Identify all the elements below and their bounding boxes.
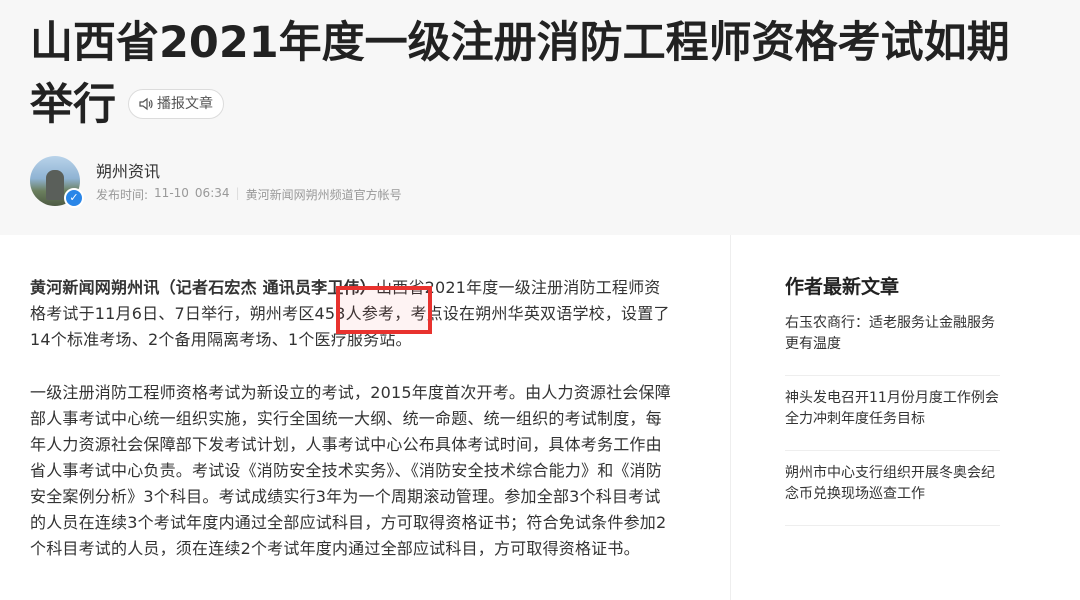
column-divider [730, 235, 731, 600]
sidebar-article-link[interactable]: 神头发电召开11月份月度工作例会 全力冲刺年度任务目标 [785, 376, 1000, 451]
publish-label: 发布时间: [96, 188, 149, 202]
paragraph-lead: 黄河新闻网朔州讯（记者石宏杰 通讯员李卫伟） [30, 278, 376, 297]
meta-divider: | [235, 186, 240, 200]
audio-label: 播报文章 [157, 96, 213, 112]
title-line-2-text: 举行 [30, 80, 116, 130]
source-account: 黄河新闻网朔州频道官方帐号 [245, 188, 402, 202]
author-latest-sidebar: 作者最新文章 右玉农商行：适老服务让金融服务更有温度 神头发电召开11月份月度工… [785, 272, 1000, 526]
paragraph-2: 一级注册消防工程师资格考试为新设立的考试，2015年度首次开考。由人力资源社会保… [30, 383, 671, 558]
title-line-1: 山西省2021年度一级注册消防工程师资格考试如期 [30, 18, 1010, 68]
verified-icon: ✓ [64, 188, 84, 208]
article-body: 黄河新闻网朔州讯（记者石宏杰 通讯员李卫伟）山西省2021年度一级注册消防工程师… [30, 275, 675, 589]
article-header: 山西省2021年度一级注册消防工程师资格考试如期 举行 播报文章 ✓ 朔州资讯 发… [0, 0, 1080, 235]
sidebar-title: 作者最新文章 [785, 276, 900, 298]
highlight-annotation-box [336, 286, 432, 334]
publish-date: 11-10 [154, 186, 189, 200]
author-name[interactable]: 朔州资讯 [96, 158, 160, 182]
sidebar-article-link[interactable]: 朔州市中心支行组织开展冬奥会纪念币兑换现场巡查工作 [785, 451, 1000, 526]
article-meta: 发布时间: 11-10 06:34 | 黄河新闻网朔州频道官方帐号 [96, 186, 402, 203]
play-audio-button[interactable]: 播报文章 [128, 89, 224, 119]
speaker-icon [139, 97, 153, 111]
sidebar-article-link[interactable]: 右玉农商行：适老服务让金融服务更有温度 [785, 313, 1000, 376]
author-avatar[interactable]: ✓ [30, 156, 84, 208]
publish-time: 06:34 [194, 186, 230, 200]
title-line-2: 举行 播报文章 [30, 74, 1040, 136]
article-title: 山西省2021年度一级注册消防工程师资格考试如期 举行 播报文章 [30, 12, 1040, 136]
